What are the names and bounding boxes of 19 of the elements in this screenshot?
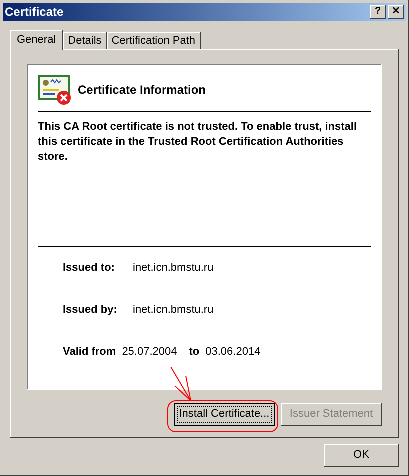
close-button[interactable]: ✕	[388, 5, 404, 19]
section-heading: Certificate Information	[78, 82, 206, 99]
tab[interactable]: Details	[63, 32, 107, 49]
tab[interactable]: Certification Path	[106, 32, 201, 49]
certificate-error-icon	[38, 75, 72, 105]
help-button[interactable]: ?	[370, 5, 386, 19]
tab[interactable]: General	[10, 30, 64, 50]
field-label: Issued to:	[63, 260, 116, 276]
field-value: inet.icn.bmstu.ru	[133, 260, 214, 276]
field-label: Valid from	[63, 344, 116, 360]
install-certificate-button[interactable]: Install Certificate...	[174, 403, 275, 426]
field-value: 03.06.2014	[206, 344, 261, 360]
window-title: Certificate	[5, 4, 64, 21]
field-label: Issued by:	[63, 302, 118, 318]
field-value: inet.icn.bmstu.ru	[133, 302, 214, 318]
field-value: 25.07.2004	[122, 344, 178, 360]
ok-button[interactable]: OK	[324, 444, 399, 467]
trust-message: This CA Root certificate is not trusted. To enable trust, install this certificate in the Trusted Root Certification Authorities store.	[38, 120, 358, 165]
field-label: to	[189, 344, 200, 360]
